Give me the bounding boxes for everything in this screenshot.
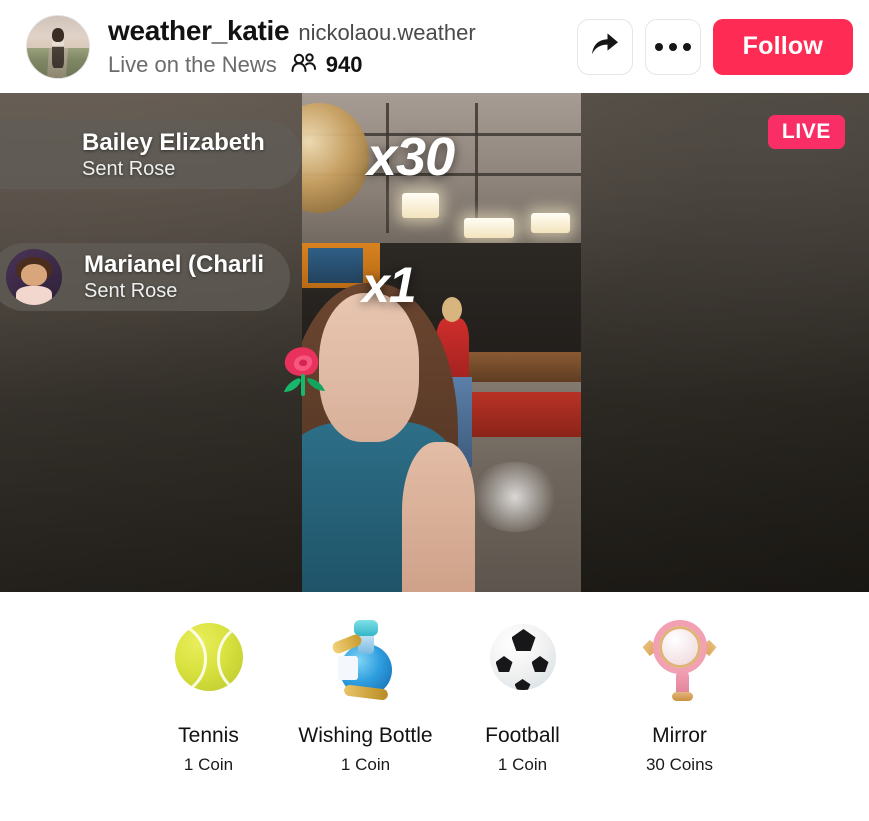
gift-list: Tennis 1 Coin Wishing Bottle 1 Coin Foot… <box>130 614 760 775</box>
more-options-button[interactable] <box>644 18 701 75</box>
viewer-count: 940 <box>325 52 363 77</box>
page-title: weather_katie <box>108 15 290 46</box>
gift-action-text: Sent Rose <box>84 280 178 302</box>
follow-button[interactable]: Follow <box>712 18 853 75</box>
account-handle: nickolaou.weather <box>298 20 476 45</box>
live-stream-page: weather_katie nickolaou.weather Live on … <box>0 0 869 821</box>
gift-sender-name: Bailey Elizabeth <box>82 129 265 156</box>
gift-price: 1 Coin <box>497 755 548 774</box>
rose-icon <box>272 340 336 402</box>
gift-notification[interactable]: Marianel (Charli Sent Rose <box>0 243 290 311</box>
studio-lamp <box>402 192 439 218</box>
studio-lamp <box>463 217 515 238</box>
share-button[interactable] <box>576 18 633 75</box>
gift-sender-avatar <box>6 249 62 305</box>
gift-notification[interactable]: Bailey Elizabeth Sent Rose <box>0 121 302 189</box>
floor-glitter <box>469 462 562 533</box>
header-meta-line: Live on the News 940 <box>108 52 476 78</box>
gift-item-tennis[interactable]: Tennis 1 Coin <box>130 614 287 775</box>
wishing-bottle-icon <box>325 614 407 701</box>
header-name-line: weather_katie nickolaou.weather <box>108 15 476 47</box>
studio-lamp <box>530 212 570 233</box>
gift-price: 1 Coin <box>340 755 391 774</box>
football-icon <box>482 614 564 700</box>
gift-multiplier: x1 <box>362 257 417 313</box>
gift-name: Tennis <box>178 724 239 747</box>
gift-name: Wishing Bottle <box>298 724 433 747</box>
people-icon <box>291 52 317 78</box>
gift-name: Football <box>485 724 560 747</box>
gift-name: Mirror <box>652 724 707 747</box>
share-arrow-icon <box>590 31 620 62</box>
host-arm <box>402 442 475 592</box>
gift-item-wishing-bottle[interactable]: Wishing Bottle 1 Coin <box>287 614 444 775</box>
mirror-icon <box>639 614 721 701</box>
ceiling-truss <box>474 102 478 233</box>
avatar-hair <box>52 27 64 42</box>
gift-price: 30 Coins <box>645 755 714 774</box>
gift-notification-text: Bailey Elizabeth Sent Rose <box>82 129 265 181</box>
gift-sender-name: Marianel (Charli <box>84 251 265 278</box>
gift-action-text: Sent Rose <box>82 158 176 180</box>
stream-subtitle: Live on the News <box>108 52 277 77</box>
gift-item-mirror[interactable]: Mirror 30 Coins <box>601 614 758 775</box>
gift-item-football[interactable]: Football 1 Coin <box>444 614 601 775</box>
header-actions: Follow <box>576 18 853 75</box>
live-video-stage[interactable]: x30 x1 LIVE Bailey Elizabeth Sent Rose M… <box>0 93 869 592</box>
avatar[interactable] <box>26 14 90 79</box>
gift-price: 1 Coin <box>183 755 234 774</box>
viewer-count-group: 940 <box>291 52 363 78</box>
header-text-block: weather_katie nickolaou.weather Live on … <box>108 15 476 78</box>
video-player[interactable]: x30 x1 <box>302 93 581 592</box>
ellipsis-icon <box>654 42 691 51</box>
studio-screen <box>307 247 364 283</box>
gift-multiplier: x30 <box>367 127 455 187</box>
gift-notification-text: Marianel (Charli Sent Rose <box>84 251 264 303</box>
gift-tray: Tennis 1 Coin Wishing Bottle 1 Coin Foot… <box>0 592 869 821</box>
stream-header: weather_katie nickolaou.weather Live on … <box>0 0 869 93</box>
status-badge: LIVE <box>767 115 845 149</box>
tennis-ball-icon <box>168 614 250 700</box>
